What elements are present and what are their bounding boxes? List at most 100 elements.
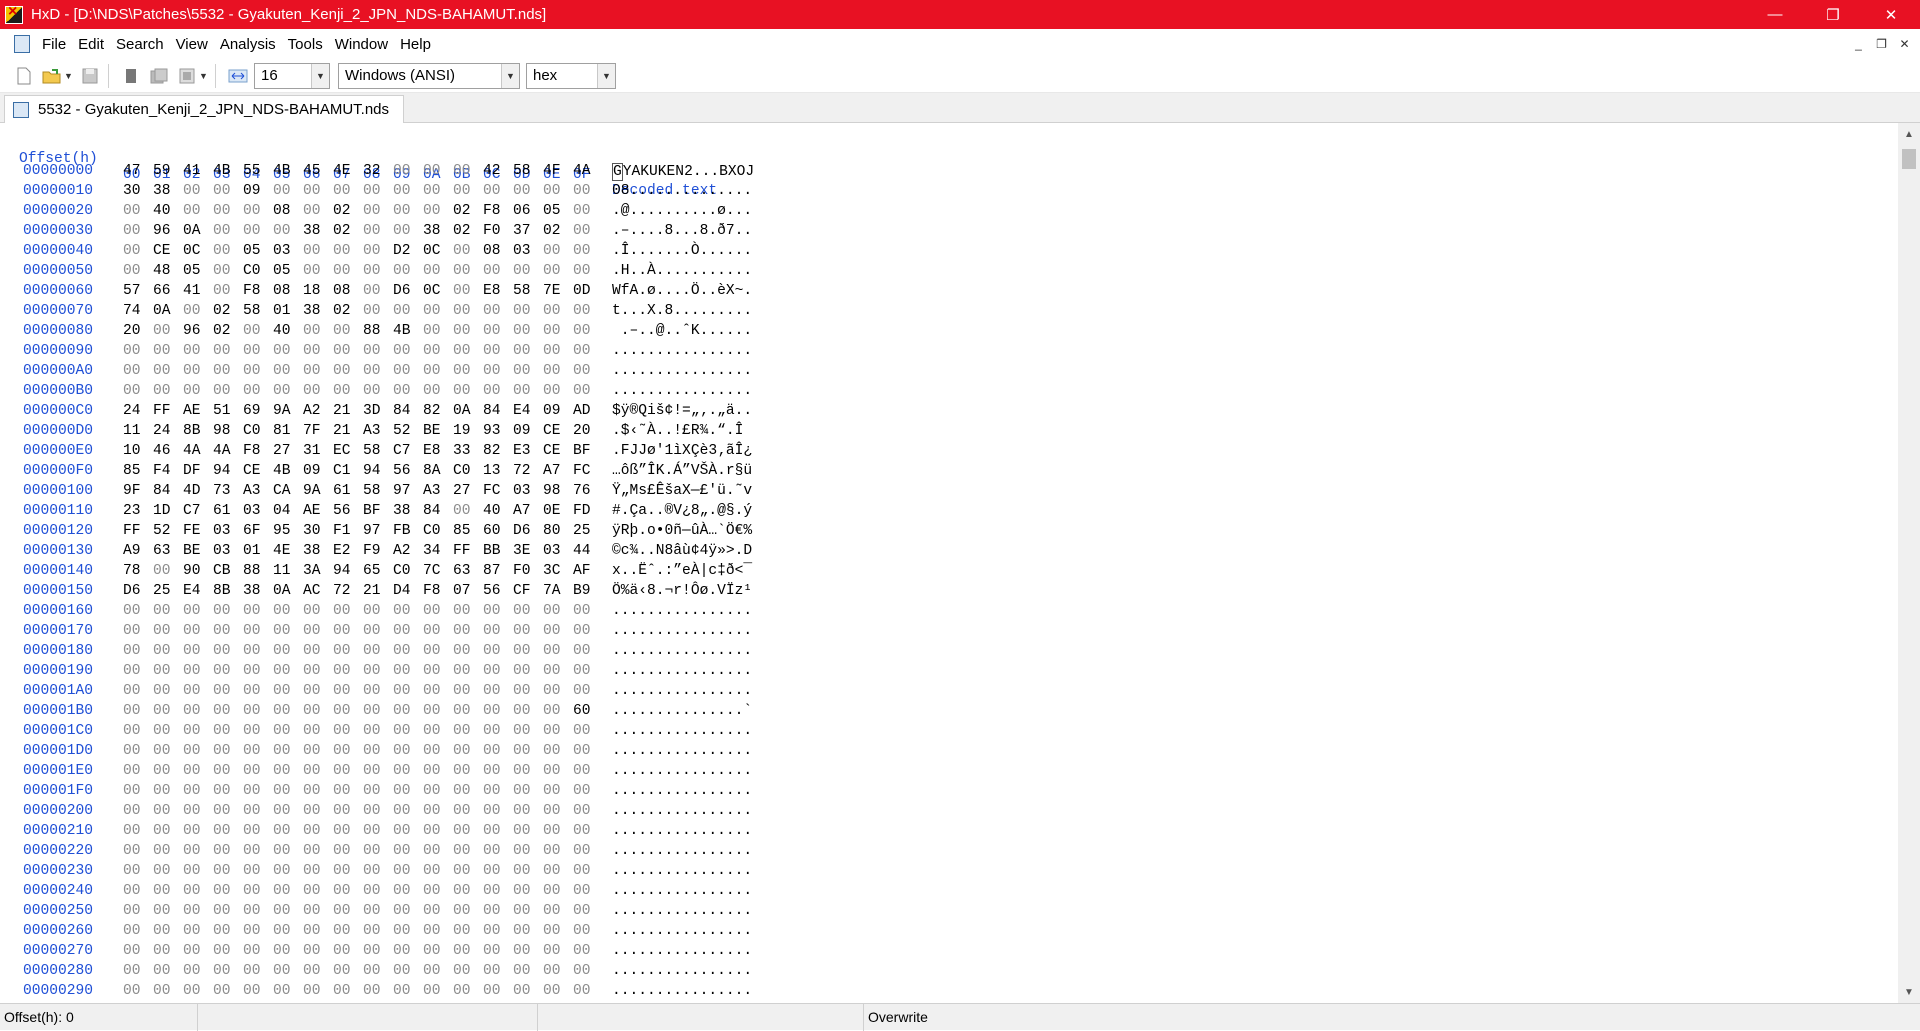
hex-byte[interactable]: 21 bbox=[333, 403, 355, 419]
hex-byte[interactable]: 00 bbox=[423, 903, 445, 919]
hex-byte[interactable]: AE bbox=[183, 403, 205, 419]
chevron-down-icon[interactable]: ▼ bbox=[501, 63, 519, 88]
hex-byte[interactable]: 00 bbox=[543, 183, 565, 199]
hex-byte[interactable]: 00 bbox=[153, 663, 175, 679]
hex-byte[interactable]: 00 bbox=[303, 923, 325, 939]
hex-byte[interactable]: 3E bbox=[513, 543, 535, 559]
hex-byte[interactable]: 00 bbox=[213, 343, 235, 359]
hex-byte[interactable]: 00 bbox=[153, 383, 175, 399]
open-file-icon[interactable] bbox=[40, 64, 64, 88]
hex-byte[interactable]: 30 bbox=[123, 183, 145, 199]
hex-byte[interactable]: 00 bbox=[453, 923, 475, 939]
hex-byte[interactable]: 00 bbox=[453, 743, 475, 759]
hex-byte[interactable]: 03 bbox=[243, 503, 265, 519]
hex-byte[interactable]: 02 bbox=[213, 323, 235, 339]
hex-byte[interactable]: 00 bbox=[543, 263, 565, 279]
hex-byte[interactable]: 00 bbox=[363, 963, 385, 979]
hex-byte[interactable]: 00 bbox=[393, 163, 415, 179]
hex-byte[interactable]: 00 bbox=[213, 963, 235, 979]
hex-byte[interactable]: 00 bbox=[273, 823, 295, 839]
hex-byte[interactable]: 00 bbox=[573, 763, 595, 779]
hex-byte[interactable]: 3C bbox=[543, 563, 565, 579]
hex-byte[interactable]: 00 bbox=[483, 863, 505, 879]
hex-byte[interactable]: 00 bbox=[363, 883, 385, 899]
hex-byte[interactable]: 00 bbox=[213, 723, 235, 739]
hex-byte[interactable]: 38 bbox=[243, 583, 265, 599]
hex-byte[interactable]: F8 bbox=[483, 203, 505, 219]
hex-byte[interactable]: 00 bbox=[153, 743, 175, 759]
hex-byte[interactable]: 00 bbox=[453, 803, 475, 819]
row-offset[interactable]: 00000060 bbox=[23, 283, 93, 299]
row-offset[interactable]: 00000290 bbox=[23, 983, 93, 999]
hex-byte[interactable]: 00 bbox=[273, 183, 295, 199]
hex-byte[interactable]: 90 bbox=[183, 563, 205, 579]
hex-byte[interactable]: 7E bbox=[543, 283, 565, 299]
hex-byte[interactable]: 00 bbox=[303, 363, 325, 379]
hex-byte[interactable]: 8B bbox=[213, 583, 235, 599]
hex-byte[interactable]: 00 bbox=[543, 943, 565, 959]
hex-byte[interactable]: 00 bbox=[183, 603, 205, 619]
decoded-text[interactable]: …ôß”ÎK.Á”VŠÀ.r§ü bbox=[612, 463, 752, 479]
hex-byte[interactable]: 00 bbox=[243, 843, 265, 859]
row-offset[interactable]: 000001C0 bbox=[23, 723, 93, 739]
hex-byte[interactable]: 03 bbox=[213, 543, 235, 559]
hex-byte[interactable]: 00 bbox=[393, 703, 415, 719]
hex-byte[interactable]: 02 bbox=[453, 203, 475, 219]
hex-byte[interactable]: 00 bbox=[483, 623, 505, 639]
hex-byte[interactable]: 00 bbox=[453, 703, 475, 719]
hex-byte[interactable]: 00 bbox=[153, 763, 175, 779]
hex-byte[interactable]: 00 bbox=[213, 983, 235, 999]
hex-byte[interactable]: 00 bbox=[363, 663, 385, 679]
hex-byte[interactable]: 00 bbox=[513, 763, 535, 779]
hex-byte[interactable]: 00 bbox=[333, 963, 355, 979]
hex-byte[interactable]: BF bbox=[573, 443, 595, 459]
hex-byte[interactable]: D6 bbox=[513, 523, 535, 539]
hex-byte[interactable]: 00 bbox=[483, 783, 505, 799]
hex-byte[interactable]: 00 bbox=[573, 723, 595, 739]
hex-byte[interactable]: 87 bbox=[483, 563, 505, 579]
hex-byte[interactable]: 66 bbox=[153, 283, 175, 299]
hex-byte[interactable]: 47 bbox=[123, 163, 145, 179]
hex-byte[interactable]: 52 bbox=[153, 523, 175, 539]
hex-byte[interactable]: 00 bbox=[123, 983, 145, 999]
hex-byte[interactable]: 00 bbox=[243, 203, 265, 219]
hex-byte[interactable]: 00 bbox=[333, 923, 355, 939]
bytes-per-row-select[interactable]: 16 ▼ bbox=[254, 62, 330, 89]
minimize-button[interactable]: — bbox=[1746, 0, 1804, 29]
row-offset[interactable]: 00000010 bbox=[23, 183, 93, 199]
hex-byte[interactable]: 56 bbox=[393, 463, 415, 479]
hex-byte[interactable]: 82 bbox=[483, 443, 505, 459]
hex-byte[interactable]: 00 bbox=[483, 763, 505, 779]
hex-byte[interactable]: 00 bbox=[213, 863, 235, 879]
hex-byte[interactable]: 00 bbox=[363, 383, 385, 399]
hex-byte[interactable]: 00 bbox=[123, 683, 145, 699]
hex-byte[interactable]: 00 bbox=[483, 363, 505, 379]
hex-byte[interactable]: 45 bbox=[303, 163, 325, 179]
hex-byte[interactable]: 00 bbox=[213, 263, 235, 279]
hex-byte[interactable]: 00 bbox=[333, 383, 355, 399]
hex-byte[interactable]: 00 bbox=[183, 803, 205, 819]
hex-byte[interactable]: 82 bbox=[423, 403, 445, 419]
hex-byte[interactable]: 00 bbox=[123, 803, 145, 819]
hex-byte[interactable]: 84 bbox=[393, 403, 415, 419]
decoded-text[interactable]: ................ bbox=[612, 883, 752, 899]
hex-byte[interactable]: 21 bbox=[363, 583, 385, 599]
hex-byte[interactable]: 00 bbox=[483, 383, 505, 399]
hex-byte[interactable]: 4A bbox=[573, 163, 595, 179]
hex-byte[interactable]: 00 bbox=[363, 223, 385, 239]
hex-byte[interactable]: 00 bbox=[123, 943, 145, 959]
hex-byte[interactable]: 00 bbox=[393, 983, 415, 999]
hex-byte[interactable]: 00 bbox=[573, 683, 595, 699]
hex-byte[interactable]: 00 bbox=[573, 363, 595, 379]
hex-byte[interactable]: D4 bbox=[393, 583, 415, 599]
hex-byte[interactable]: CA bbox=[273, 483, 295, 499]
hex-byte[interactable]: 00 bbox=[243, 763, 265, 779]
hex-byte[interactable]: 24 bbox=[153, 423, 175, 439]
hex-byte[interactable]: 00 bbox=[573, 203, 595, 219]
hex-byte[interactable]: 00 bbox=[513, 303, 535, 319]
hex-byte[interactable]: 05 bbox=[273, 263, 295, 279]
hex-byte[interactable]: FF bbox=[123, 523, 145, 539]
hex-byte[interactable]: 02 bbox=[213, 303, 235, 319]
hex-byte[interactable]: 00 bbox=[393, 343, 415, 359]
hex-byte[interactable]: 00 bbox=[243, 943, 265, 959]
